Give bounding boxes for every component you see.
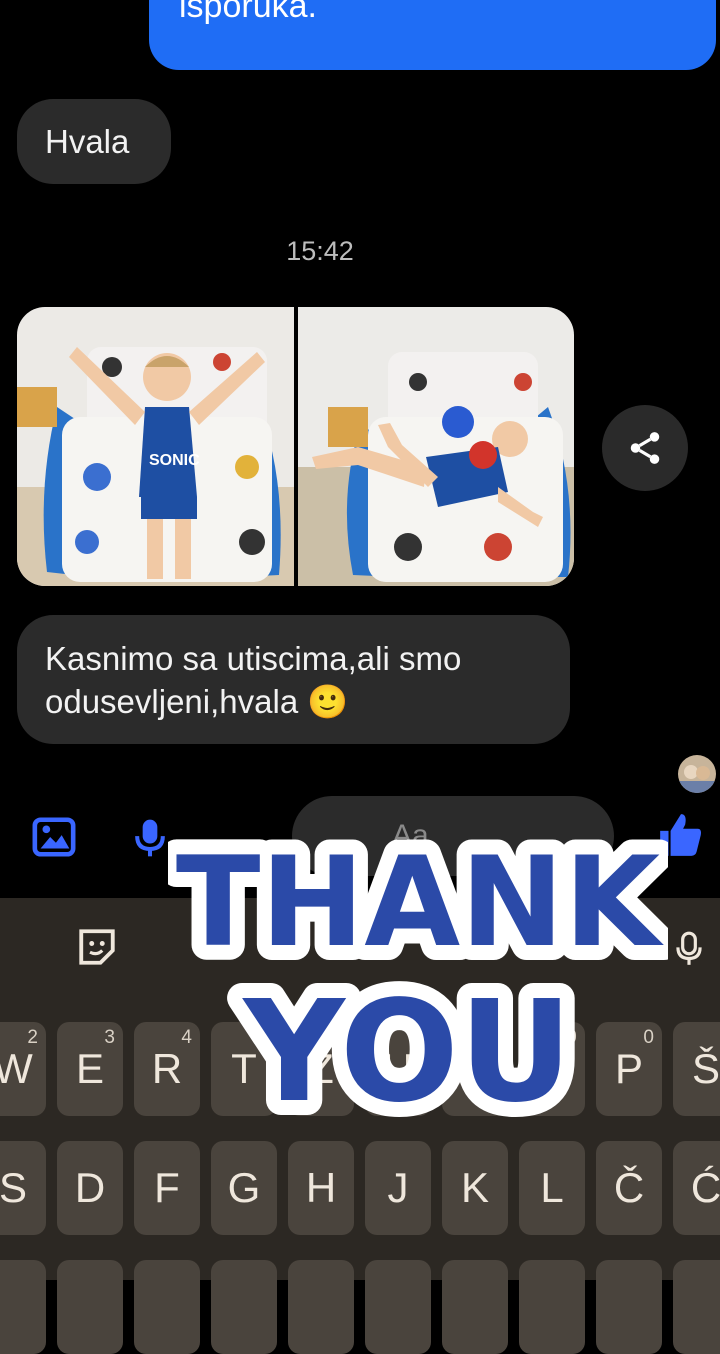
key-14[interactable]: G bbox=[211, 1141, 277, 1235]
attached-photo-2[interactable] bbox=[298, 307, 574, 586]
voice-input-icon[interactable] bbox=[670, 926, 708, 972]
thank-you-sticker: THANK THANK YOU YOU bbox=[168, 816, 668, 1140]
key-hint: 2 bbox=[27, 1027, 38, 1048]
seen-avatar bbox=[678, 755, 716, 793]
key-row3[interactable] bbox=[134, 1260, 200, 1354]
key-row3[interactable] bbox=[57, 1260, 123, 1354]
key-2[interactable]: E3 bbox=[57, 1022, 123, 1116]
svg-text:SONIC: SONIC bbox=[149, 452, 200, 469]
key-17[interactable]: K bbox=[442, 1141, 508, 1235]
key-13[interactable]: F bbox=[134, 1141, 200, 1235]
key-19[interactable]: Č bbox=[596, 1141, 662, 1235]
sticker-line: YOU bbox=[241, 971, 572, 1134]
incoming-message-bubble[interactable]: Hvala bbox=[17, 99, 171, 184]
key-row3[interactable] bbox=[596, 1260, 662, 1354]
incoming-message-line: odusevljeni,hvala 🙂 bbox=[45, 683, 349, 720]
key-11[interactable]: S bbox=[0, 1141, 46, 1235]
key-row3[interactable] bbox=[673, 1260, 720, 1354]
key-label: W bbox=[0, 1045, 33, 1092]
key-15[interactable]: H bbox=[288, 1141, 354, 1235]
key-20[interactable]: Ć bbox=[673, 1141, 720, 1235]
key-16[interactable]: J bbox=[365, 1141, 431, 1235]
sticker-line: THANK bbox=[176, 831, 664, 975]
incoming-message-text: Hvala bbox=[45, 123, 130, 160]
outgoing-message-bubble[interactable]: isporuka. bbox=[149, 0, 716, 70]
conversation: isporuka. Hvala 15:42 SONIC Kasnimo sa u… bbox=[0, 0, 720, 800]
key-label: E bbox=[75, 1045, 104, 1092]
key-12[interactable]: D bbox=[57, 1141, 123, 1235]
key-hint: 3 bbox=[104, 1027, 115, 1048]
key-row3[interactable] bbox=[442, 1260, 508, 1354]
share-photos-button[interactable] bbox=[602, 405, 688, 491]
key-row3[interactable] bbox=[365, 1260, 431, 1354]
gallery-icon[interactable] bbox=[30, 814, 78, 860]
key-row3[interactable] bbox=[211, 1260, 277, 1354]
key-1[interactable]: W2 bbox=[0, 1022, 46, 1116]
share-icon bbox=[630, 432, 660, 464]
key-row3[interactable] bbox=[288, 1260, 354, 1354]
incoming-message-line: Kasnimo sa utiscima,ali smo bbox=[45, 640, 462, 677]
key-label: Š bbox=[691, 1045, 720, 1092]
message-timestamp: 15:42 bbox=[286, 236, 354, 266]
key-18[interactable]: L bbox=[519, 1141, 585, 1235]
attached-photo-1[interactable]: SONIC bbox=[17, 307, 294, 586]
sticker-icon[interactable] bbox=[76, 926, 118, 968]
outgoing-message-text: isporuka. bbox=[179, 0, 317, 25]
key-10[interactable]: Š bbox=[673, 1022, 720, 1116]
key-row3[interactable] bbox=[519, 1260, 585, 1354]
microphone-icon[interactable] bbox=[128, 814, 172, 862]
key-row3[interactable] bbox=[0, 1260, 46, 1354]
incoming-message-bubble[interactable]: Kasnimo sa utiscima,ali smo odusevljeni,… bbox=[17, 615, 570, 744]
